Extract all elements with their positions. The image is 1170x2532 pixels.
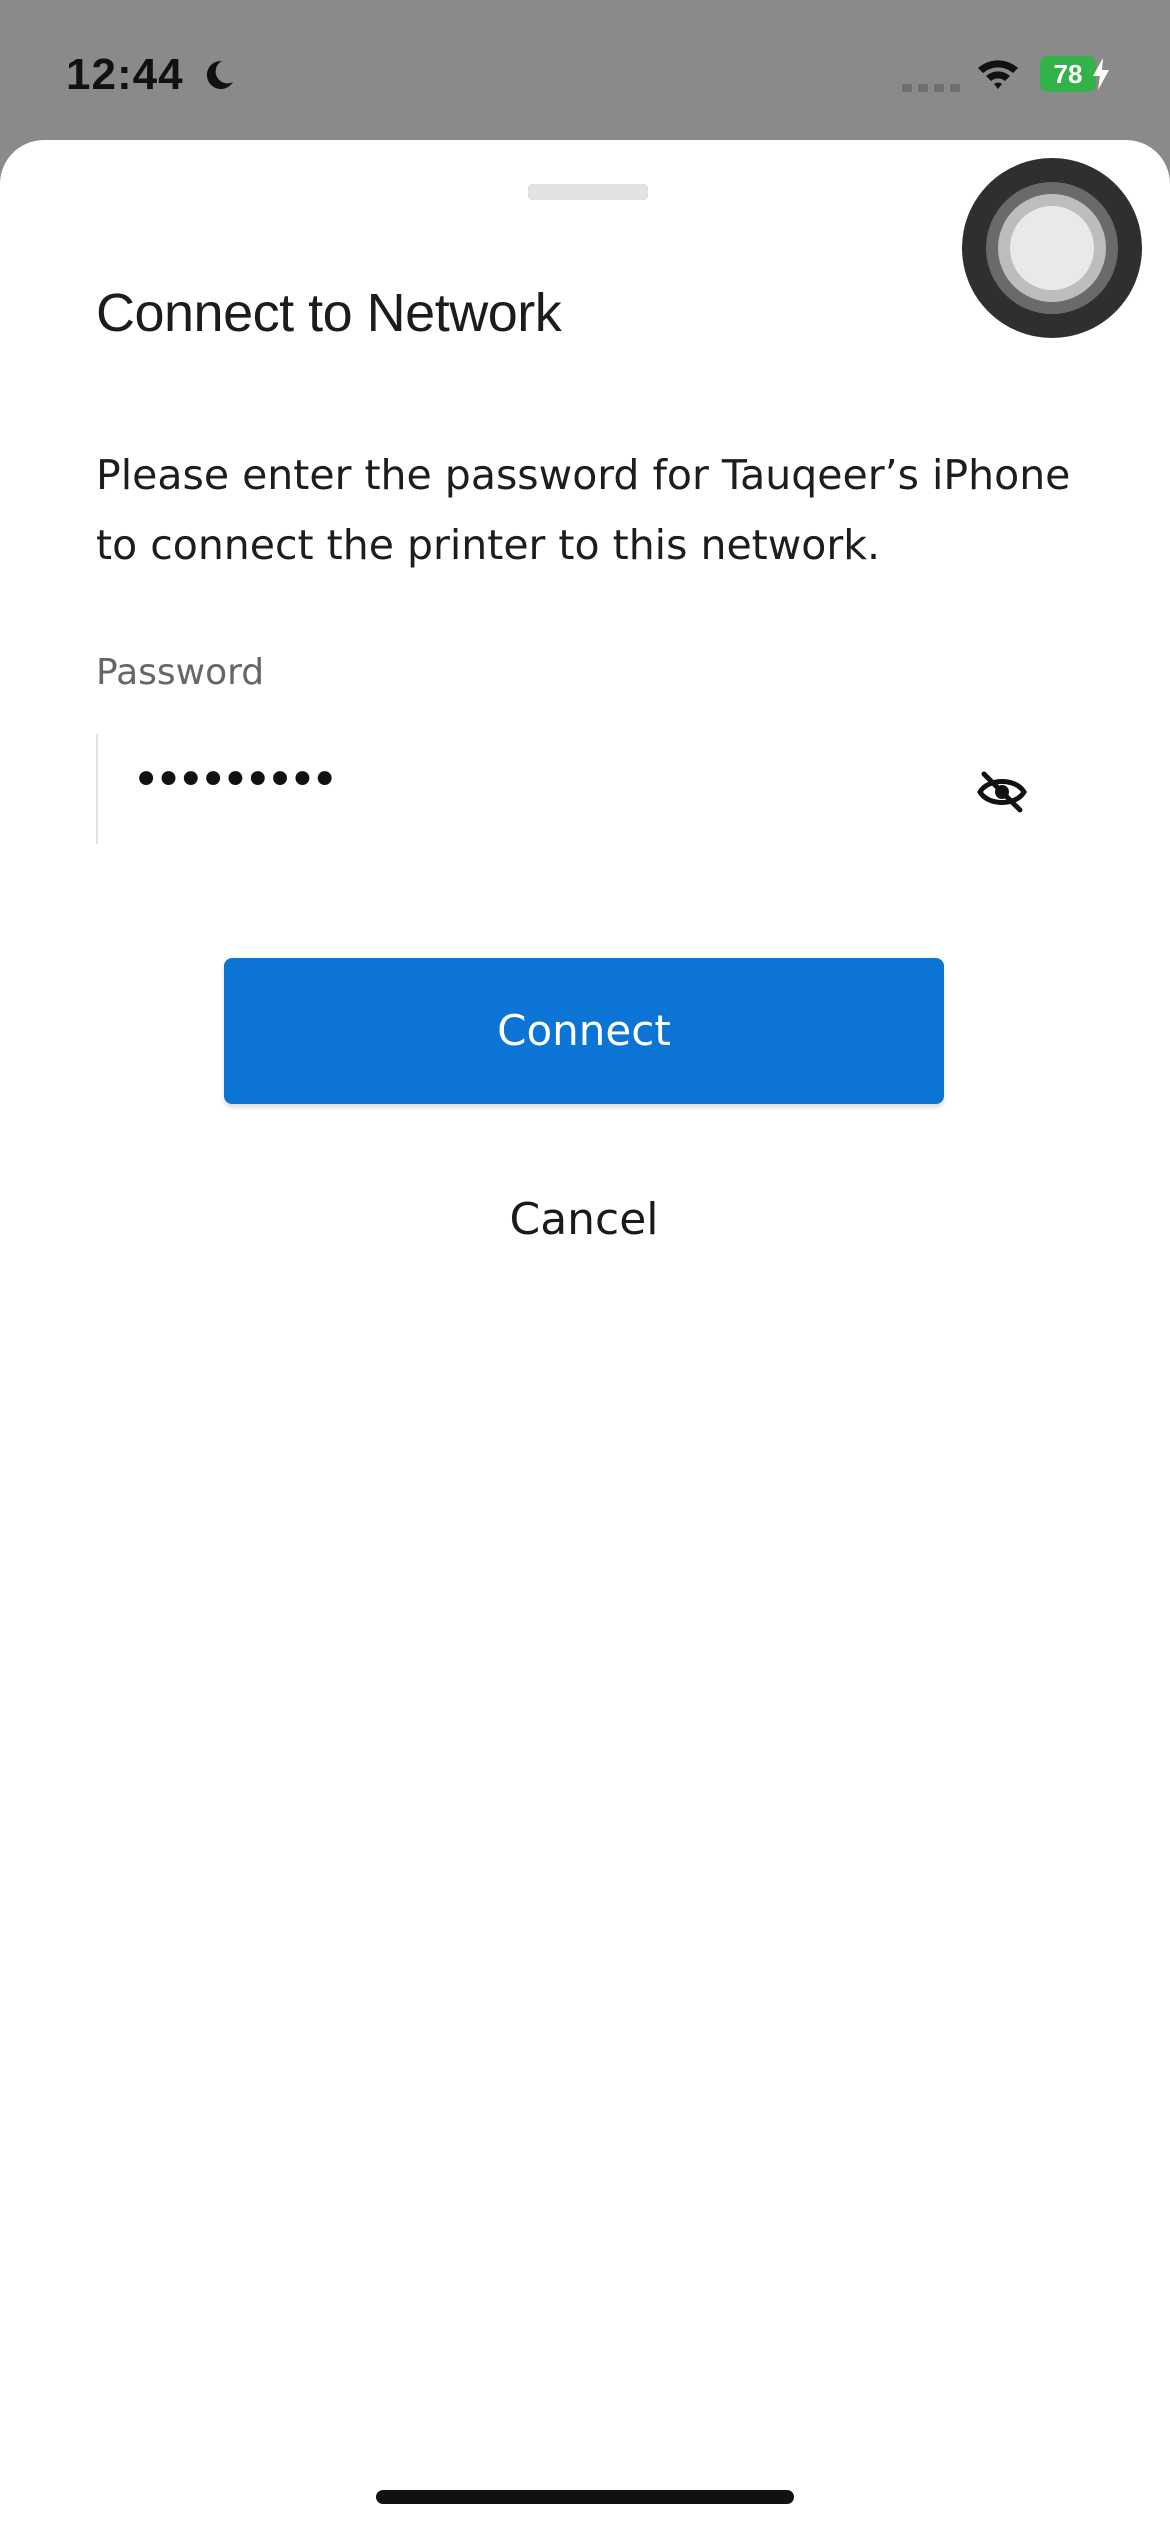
password-label: Password xyxy=(96,652,265,693)
cancel-button[interactable]: Cancel xyxy=(384,1180,784,1260)
connect-button[interactable]: Connect xyxy=(224,958,944,1104)
status-time: 12:44 xyxy=(66,50,184,99)
home-indicator[interactable] xyxy=(376,2490,794,2504)
moon-icon xyxy=(206,60,233,89)
password-field[interactable]: ••••••••• xyxy=(96,734,1066,844)
bolt-icon xyxy=(1093,58,1109,90)
assistive-touch-button[interactable] xyxy=(962,158,1142,338)
screen: 12:44 78 Connect to Network Please enter… xyxy=(0,0,1170,2532)
sheet-grabber[interactable] xyxy=(528,184,648,200)
battery-level: 78 xyxy=(1053,59,1083,89)
status-bar: 12:44 78 xyxy=(0,0,1170,140)
battery-indicator: 78 xyxy=(1040,56,1096,92)
signal-icon xyxy=(902,84,960,92)
sheet-title: Connect to Network xyxy=(96,283,562,343)
eye-slash-icon[interactable] xyxy=(976,770,1028,814)
wifi-icon xyxy=(978,60,1018,89)
connect-sheet: Connect to Network Please enter the pass… xyxy=(0,140,1170,2532)
password-value[interactable]: ••••••••• xyxy=(132,752,339,808)
sheet-description: Please enter the password for Tauqeer’s … xyxy=(96,451,1071,569)
assistive-touch-center xyxy=(1010,206,1094,290)
